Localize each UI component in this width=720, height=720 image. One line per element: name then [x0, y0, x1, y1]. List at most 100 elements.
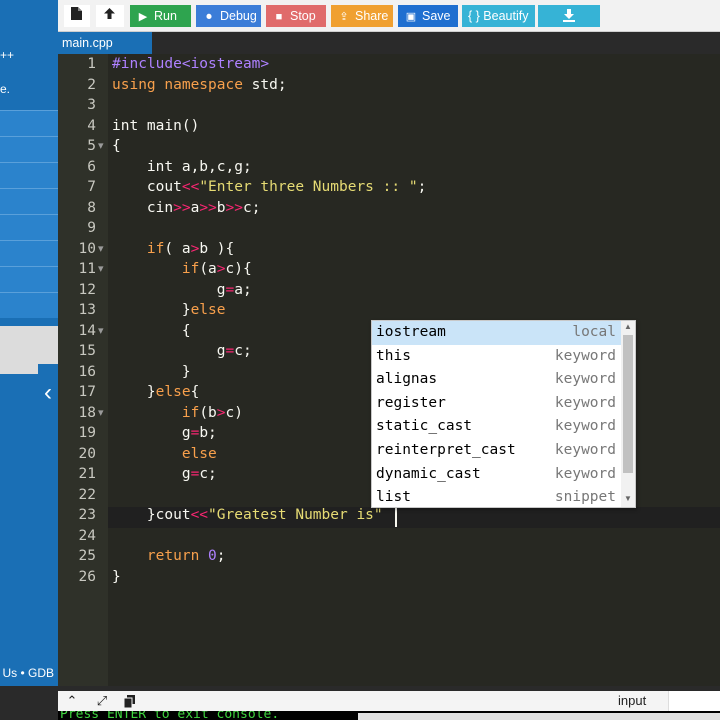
line-number: 7	[87, 179, 96, 195]
code-line: g=c;	[112, 343, 252, 359]
fold-arrow-icon[interactable]: ▾	[98, 403, 104, 424]
sidebar-item[interactable]	[0, 266, 58, 292]
code-line: g=a;	[112, 281, 252, 298]
beautify-label: { } Beautify	[468, 9, 529, 23]
console-scrollbar[interactable]	[358, 713, 720, 720]
sidebar-item[interactable]	[0, 292, 58, 318]
chevron-up-icon[interactable]: ⌃	[62, 691, 82, 711]
sidebar-text-fragment: e.	[0, 82, 11, 96]
save-button[interactable]: ▣ Save	[398, 5, 458, 27]
code-line: int main()	[112, 117, 200, 134]
code-line: if( a>b ){	[146, 240, 235, 257]
code-line: }else	[112, 302, 226, 318]
autocomplete-item[interactable]: register keyword	[372, 392, 622, 416]
code-line: using namespace std;	[112, 76, 287, 93]
line-number: 2	[87, 76, 96, 93]
line-number: 22	[78, 486, 96, 503]
line-number: 17	[78, 384, 96, 400]
console-toolbar: ⌃ ⤢ input	[58, 691, 720, 711]
autocomplete-item-name: list	[376, 489, 411, 506]
scrollbar-thumb[interactable]	[623, 335, 633, 473]
autocomplete-item[interactable]: this keyword	[372, 345, 622, 369]
scroll-down-arrow-icon[interactable]: ▼	[623, 493, 633, 505]
code-line: {	[112, 322, 191, 339]
autocomplete-popup[interactable]: iostream local this keyword alignas keyw…	[371, 320, 636, 508]
line-number: 8	[87, 199, 96, 216]
autocomplete-item[interactable]: static_cast keyword	[372, 415, 622, 439]
sidebar-item[interactable]	[0, 110, 58, 136]
sidebar-item[interactable]	[0, 240, 58, 266]
line-number: 20	[78, 445, 96, 462]
line-number: 5	[87, 138, 96, 154]
autocomplete-item-name: register	[376, 394, 446, 411]
console-output: Press ENTER to exit console.	[58, 711, 720, 720]
upload-button[interactable]	[96, 5, 124, 27]
expand-icon[interactable]: ⤢	[92, 691, 112, 711]
line-number: 26	[78, 568, 96, 585]
line-number: 24	[78, 527, 96, 544]
code-line: cin>>a>>b>>c;	[112, 199, 261, 216]
code-line: }	[112, 363, 191, 380]
beautify-button[interactable]: { } Beautify	[462, 5, 535, 27]
sidebar-item[interactable]	[0, 162, 58, 188]
stop-button[interactable]: ■ Stop	[266, 5, 326, 27]
autocomplete-item-name: static_cast	[376, 418, 473, 435]
autocomplete-item[interactable]: alignas keyword	[372, 368, 622, 392]
text-cursor	[395, 508, 397, 527]
line-number: 9	[87, 220, 96, 236]
fold-arrow-icon[interactable]: ▾	[98, 321, 104, 342]
line-number: 6	[87, 158, 96, 175]
sidebar-language-fragment: ++	[0, 48, 15, 62]
line-number: 1	[87, 56, 96, 72]
line-number: 12	[78, 281, 96, 298]
download-icon	[563, 9, 575, 25]
line-number: 4	[87, 117, 96, 134]
upload-icon	[103, 8, 116, 23]
autocomplete-item-meta: local	[572, 324, 616, 340]
fold-arrow-icon[interactable]: ▾	[98, 136, 104, 157]
sidebar-footer[interactable]: Us • GDB	[0, 660, 58, 686]
stop-icon: ■	[275, 11, 283, 23]
debug-button[interactable]: ⏺ Debug	[196, 5, 261, 27]
autocomplete-item[interactable]: reinterpret_cast keyword	[372, 439, 622, 463]
autocomplete-item-name: iostream	[376, 324, 446, 340]
new-file-button[interactable]	[64, 5, 90, 27]
tab-main-cpp[interactable]: main.cpp	[58, 32, 152, 54]
autocomplete-item-meta: keyword	[554, 418, 616, 435]
stop-label: Stop	[290, 9, 316, 23]
scroll-up-arrow-icon[interactable]: ▲	[623, 321, 633, 333]
fold-arrow-icon[interactable]: ▾	[98, 259, 104, 280]
play-icon: ▶	[138, 11, 148, 23]
toolbar: ▶ Run ⏺ Debug ■ Stop ⇪ Share ▣ Save { } Beaut…	[58, 0, 720, 32]
autocomplete-item-name: this	[376, 347, 411, 364]
autocomplete-item[interactable]: iostream local	[372, 321, 622, 345]
run-button[interactable]: ▶ Run	[130, 5, 191, 27]
autocomplete-item-name: dynamic_cast	[376, 465, 481, 482]
autocomplete-item-meta: snippet	[554, 489, 616, 506]
stdin-input[interactable]	[668, 691, 720, 711]
download-button[interactable]	[538, 5, 600, 27]
sidebar-item[interactable]	[0, 136, 58, 162]
save-label: Save	[422, 9, 451, 23]
sidebar-item[interactable]	[0, 214, 58, 240]
autocomplete-item[interactable]: list snippet	[372, 486, 622, 507]
fold-arrow-icon[interactable]: ▾	[98, 239, 104, 260]
share-icon: ⇪	[339, 11, 349, 23]
line-number: 14	[78, 322, 96, 339]
autocomplete-scrollbar[interactable]: ▲ ▼	[621, 321, 635, 507]
input-label: input	[618, 693, 647, 708]
line-number: 19	[78, 425, 96, 441]
sidebar-collapse-button[interactable]: ‹	[38, 364, 58, 422]
line-number: 23	[78, 507, 96, 523]
code-line: if(a>c){	[181, 261, 252, 277]
autocomplete-item[interactable]: dynamic_cast keyword	[372, 463, 622, 487]
autocomplete-item-meta: keyword	[554, 394, 616, 411]
copy-icon[interactable]	[120, 691, 140, 711]
debug-label: Debug	[220, 9, 257, 23]
sidebar-item[interactable]	[0, 188, 58, 214]
share-button[interactable]: ⇪ Share	[331, 5, 393, 27]
line-number: 10	[78, 240, 96, 257]
console-output-text: Press ENTER to exit console.	[60, 711, 280, 720]
run-label: Run	[154, 9, 177, 23]
file-icon	[71, 7, 82, 23]
